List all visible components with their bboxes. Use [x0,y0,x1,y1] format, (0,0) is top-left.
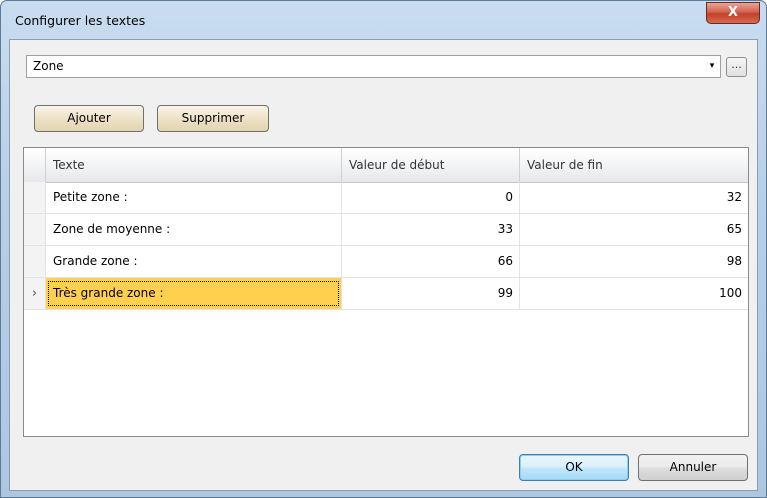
text-ranges-grid: Texte Valeur de début Valeur de fin Peti… [23,147,749,437]
dialog-client-area: Zone ▾ ... Ajouter Supprimer Texte Valeu… [9,39,758,491]
window-title: Configurer les textes [15,13,146,28]
chevron-down-icon[interactable]: ▾ [705,57,719,76]
cell-valeur-debut[interactable]: 0 [342,182,520,214]
dropdown-selected-value: Zone [33,59,64,73]
table-row[interactable]: Petite zone : 0 32 [24,182,748,214]
column-header-valeur-debut[interactable]: Valeur de début [342,148,520,182]
add-button[interactable]: Ajouter [34,105,144,132]
cell-valeur-debut[interactable]: 66 [342,246,520,278]
text-set-dropdown[interactable]: Zone ▾ [26,55,721,78]
grid-header: Texte Valeur de début Valeur de fin [24,148,748,183]
cell-texte[interactable]: Zone de moyenne : [46,214,342,246]
title-bar[interactable]: Configurer les textes X [1,1,766,39]
cell-texte[interactable]: Petite zone : [46,182,342,214]
close-icon: X [727,5,739,20]
current-row-arrow-icon[interactable]: › [24,278,46,310]
ellipsis-icon: ... [731,58,742,71]
column-header-valeur-fin[interactable]: Valeur de fin [520,148,748,182]
row-indicator[interactable] [24,182,46,214]
cancel-button[interactable]: Annuler [638,454,748,481]
cell-texte-value: Très grande zone : [53,286,164,300]
cell-valeur-debut[interactable]: 33 [342,214,520,246]
cell-valeur-fin[interactable]: 100 [520,278,748,310]
row-indicator[interactable] [24,246,46,278]
dialog-window: Configurer les textes X Zone ▾ ... Ajout… [0,0,767,498]
column-header-texte[interactable]: Texte [46,148,342,182]
cell-valeur-debut[interactable]: 99 [342,278,520,310]
cell-valeur-fin[interactable]: 32 [520,182,748,214]
delete-button[interactable]: Supprimer [157,105,269,132]
browse-button[interactable]: ... [726,57,747,77]
row-indicator-header [24,148,46,182]
cell-texte[interactable]: Grande zone : [46,246,342,278]
close-button[interactable]: X [706,2,760,24]
table-row[interactable]: Zone de moyenne : 33 65 [24,214,748,246]
table-row[interactable]: Grande zone : 66 98 [24,246,748,278]
ok-button[interactable]: OK [519,454,629,481]
cell-valeur-fin[interactable]: 98 [520,246,748,278]
row-indicator[interactable] [24,214,46,246]
table-row-current[interactable]: › Très grande zone : 99 100 [24,278,748,310]
cell-texte-selected[interactable]: Très grande zone : [46,278,342,310]
cell-valeur-fin[interactable]: 65 [520,214,748,246]
